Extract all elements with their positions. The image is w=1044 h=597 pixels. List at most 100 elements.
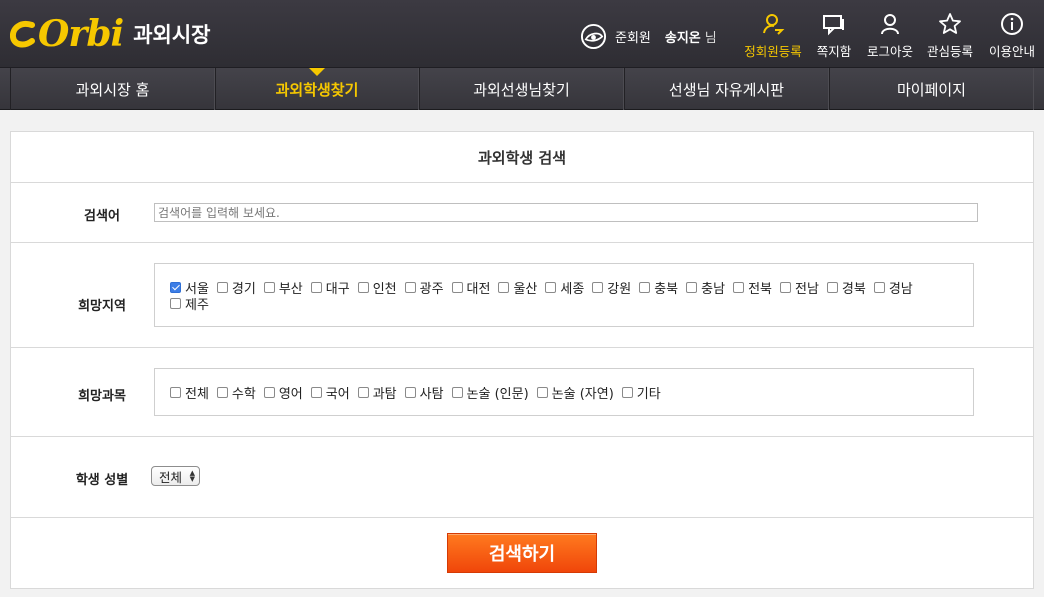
member-grade: 준회원: [615, 30, 651, 46]
region-checkbox[interactable]: [263, 281, 275, 293]
subject-option[interactable]: 국어: [310, 384, 350, 402]
subject-option[interactable]: 영어: [263, 384, 303, 402]
tab-label: 과외선생님찾기: [473, 80, 570, 99]
member-grade-icon: [580, 23, 607, 49]
user-name[interactable]: 송지온: [665, 27, 701, 46]
tab-teacher-board[interactable]: 선생님 자유게시판: [624, 68, 829, 110]
region-checkbox[interactable]: [357, 281, 369, 293]
region-option-label: 울산: [513, 281, 538, 297]
subject-option[interactable]: 전체: [170, 384, 209, 402]
region-checkbox[interactable]: [639, 281, 651, 293]
subject-checkbox[interactable]: [216, 386, 228, 398]
subject-checkbox[interactable]: [536, 386, 548, 398]
gender-row: 학생 성별 전체 ▲ ▼: [11, 437, 1033, 518]
subject-checkbox-group: 전체 수학 영어 국어 과탐 사탐 논술 (인문) 논술 (자연) 기타: [154, 368, 974, 416]
subject-checkbox[interactable]: [621, 386, 633, 398]
region-option[interactable]: 충북: [639, 279, 679, 297]
region-checkbox[interactable]: [873, 281, 885, 293]
region-option[interactable]: 경남: [873, 279, 913, 297]
site-logo[interactable]: Orbi 과외시장: [10, 12, 210, 56]
region-option-label: 경북: [841, 281, 866, 297]
region-option[interactable]: 대전: [451, 279, 491, 297]
subject-option[interactable]: 논술 (인문): [451, 384, 529, 402]
subject-checkbox[interactable]: [170, 386, 181, 398]
region-option[interactable]: 강원: [592, 279, 631, 297]
logo-wordmark: Orbi: [38, 13, 124, 55]
region-option[interactable]: 대구: [310, 279, 350, 297]
subject-checkbox[interactable]: [357, 386, 369, 398]
subject-checkbox[interactable]: [310, 386, 322, 398]
region-options: 서울 경기 부산 대구 인천 광주 대전 울산 세종 강원 충북 충남 전북 전남 경북 경남 제주: [170, 279, 960, 313]
gender-select[interactable]: 전체 ▲ ▼: [151, 466, 200, 486]
subject-options: 전체 수학 영어 국어 과탐 사탐 논술 (인문) 논술 (자연) 기타: [170, 384, 960, 402]
region-checkbox[interactable]: [216, 281, 228, 293]
region-checkbox[interactable]: [779, 281, 791, 293]
subject-option-label: 논술 (인문): [466, 386, 529, 402]
region-checkbox[interactable]: [451, 281, 463, 293]
subject-option[interactable]: 사탐: [404, 384, 444, 402]
region-option[interactable]: 인천: [357, 279, 397, 297]
subject-option[interactable]: 과탐: [357, 384, 397, 402]
region-checkbox[interactable]: [170, 281, 181, 293]
nav-label: 로그아웃: [866, 44, 913, 59]
active-tab-indicator: [309, 68, 325, 76]
region-option-label: 부산: [278, 281, 303, 297]
region-checkbox[interactable]: [826, 281, 838, 293]
region-checkbox[interactable]: [170, 297, 181, 309]
subject-checkbox[interactable]: [263, 386, 275, 398]
region-checkbox[interactable]: [686, 281, 698, 293]
region-option-label: 충북: [654, 281, 679, 297]
search-button-label: 검색하기: [488, 544, 556, 565]
region-option[interactable]: 전남: [779, 279, 819, 297]
region-checkbox[interactable]: [545, 281, 557, 293]
subject-option[interactable]: 기타: [621, 384, 661, 402]
tab-tutor-market-home[interactable]: 과외시장 홈: [10, 68, 215, 110]
region-checkbox[interactable]: [498, 281, 510, 293]
region-option-label: 경기: [231, 281, 256, 297]
nav-label: 정회원등록: [744, 44, 802, 59]
tab-mypage[interactable]: 마이페이지: [829, 68, 1034, 110]
top-header: Orbi 과외시장 준회원 송지온 님 정회원등록 쪽지함 로그아웃 관심등록 …: [0, 0, 1044, 68]
region-checkbox[interactable]: [592, 281, 604, 293]
keyword-row: 검색어: [11, 183, 1033, 243]
panel-title: 과외학생 검색: [11, 132, 1033, 183]
region-option[interactable]: 경북: [826, 279, 866, 297]
region-option[interactable]: 전북: [733, 279, 772, 297]
subject-option-label: 영어: [278, 386, 303, 402]
region-option[interactable]: 경기: [216, 279, 256, 297]
subject-row: 희망과목 전체 수학 영어 국어 과탐 사탐 논술 (인문) 논술 (자연) 기타: [11, 348, 1033, 437]
subject-option[interactable]: 논술 (자연): [536, 384, 614, 402]
region-option-label: 경남: [888, 281, 913, 297]
user-suffix: 님: [704, 30, 717, 46]
star-icon: [939, 13, 961, 34]
region-option[interactable]: 광주: [404, 279, 444, 297]
region-option[interactable]: 부산: [263, 279, 303, 297]
region-checkbox[interactable]: [733, 281, 745, 293]
subject-checkbox[interactable]: [451, 386, 463, 398]
region-option-label: 전북: [748, 281, 772, 297]
search-button[interactable]: 검색하기: [447, 533, 597, 573]
region-option-label: 대전: [466, 281, 491, 297]
region-option[interactable]: 울산: [498, 279, 538, 297]
tab-label: 선생님 자유게시판: [668, 80, 785, 99]
tab-find-teacher[interactable]: 과외선생님찾기: [419, 68, 624, 110]
region-checkbox[interactable]: [404, 281, 416, 293]
nav-guide[interactable]: 이용안내: [979, 12, 1044, 60]
subject-checkbox[interactable]: [404, 386, 416, 398]
keyword-input[interactable]: [154, 203, 978, 222]
region-option-label: 대구: [325, 281, 350, 297]
nav-favorites[interactable]: 관심등록: [917, 12, 983, 60]
region-option[interactable]: 세종: [545, 279, 584, 297]
tab-label: 마이페이지: [896, 80, 966, 99]
region-option[interactable]: 제주: [170, 295, 209, 313]
subject-option-label: 과탐: [372, 386, 397, 402]
nav-member-upgrade[interactable]: 정회원등록: [740, 12, 806, 60]
region-option[interactable]: 충남: [686, 279, 725, 297]
region-option-label: 광주: [419, 281, 444, 297]
subject-option-label: 기타: [636, 386, 661, 402]
message-icon: [823, 15, 844, 36]
nav-logout[interactable]: 로그아웃: [857, 12, 923, 60]
region-checkbox[interactable]: [310, 281, 322, 293]
gender-select-value: 전체: [159, 469, 183, 485]
subject-option[interactable]: 수학: [216, 384, 256, 402]
